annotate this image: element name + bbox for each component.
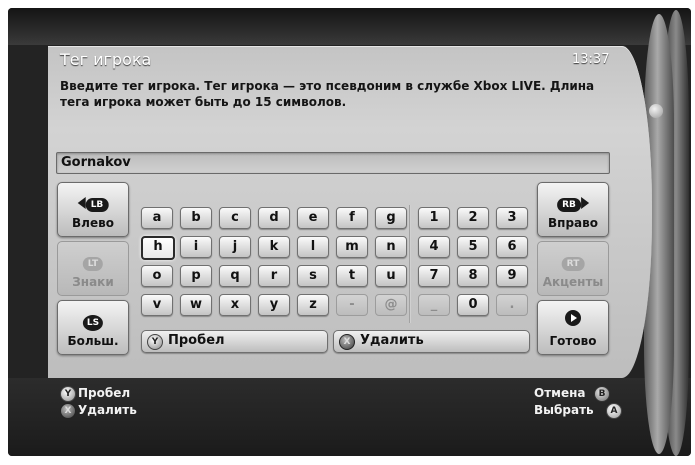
move-right-button[interactable]: RB Вправо [537, 182, 609, 237]
delete-label: Удалить [360, 333, 424, 348]
key-digit[interactable]: 4 [418, 236, 450, 258]
gamertag-input[interactable]: Gornakov [56, 152, 610, 174]
key-digit[interactable]: 1 [418, 207, 450, 229]
key-letter[interactable]: @ [375, 294, 407, 316]
page-title: Тег игрока [60, 50, 152, 69]
footer-y-icon: Y [60, 386, 76, 402]
lt-badge: LT [82, 257, 104, 271]
top-band [8, 8, 691, 45]
key-letter[interactable]: z [297, 294, 329, 316]
key-digit[interactable]: 2 [457, 207, 489, 229]
key-letter[interactable]: v [141, 294, 173, 316]
key-letter[interactable]: o [141, 265, 173, 287]
key-letter[interactable]: g [375, 207, 407, 229]
key-letter[interactable]: h [141, 236, 175, 260]
move-left-label: Влево [72, 216, 114, 230]
footer-b-icon: B [594, 386, 610, 402]
key-letter[interactable]: c [219, 207, 251, 229]
key-letter[interactable]: w [180, 294, 212, 316]
instructions-text: Введите тег игрока. Тег игрока — это псе… [60, 79, 595, 109]
key-digit[interactable]: 7 [418, 265, 450, 287]
arrow-right-icon: RB [557, 192, 589, 212]
clock: 13:37 [572, 52, 610, 67]
footer-delete-label: Удалить [78, 403, 137, 417]
key-digit[interactable]: 5 [457, 236, 489, 258]
symbols-button[interactable]: LT Знаки [57, 241, 129, 296]
key-digit[interactable]: 6 [496, 236, 528, 258]
key-letter[interactable]: r [258, 265, 290, 287]
key-letter[interactable]: l [297, 236, 329, 258]
gamertag-value: Gornakov [61, 155, 131, 170]
key-letter[interactable]: y [258, 294, 290, 316]
symbols-label: Знаки [72, 275, 114, 289]
accents-button[interactable]: RT Акценты [537, 241, 609, 296]
play-icon [565, 310, 581, 326]
footer-a-icon: A [606, 403, 622, 419]
x-button-icon: X [339, 334, 355, 350]
key-letter[interactable]: t [336, 265, 368, 287]
caps-button[interactable]: LS Больш. [57, 300, 129, 355]
blade-indicator-icon [649, 104, 663, 118]
key-letter[interactable]: s [297, 265, 329, 287]
key-digit[interactable]: 0 [457, 294, 489, 316]
rb-badge: RB [557, 198, 581, 212]
key-digit[interactable]: 8 [457, 265, 489, 287]
accents-label: Акценты [542, 275, 604, 289]
key-letter[interactable]: k [258, 236, 290, 258]
key-letter[interactable]: f [336, 207, 368, 229]
move-left-button[interactable]: LB Влево [57, 182, 129, 237]
key-digit[interactable]: 3 [496, 207, 528, 229]
rt-badge: RT [561, 257, 585, 271]
key-letter[interactable]: b [180, 207, 212, 229]
keypad-divider [409, 205, 411, 323]
key-letter[interactable]: p [180, 265, 212, 287]
key-digit[interactable]: 9 [496, 265, 528, 287]
space-button[interactable]: Y Пробел [141, 330, 328, 353]
key-letter[interactable]: j [219, 236, 251, 258]
key-letter[interactable]: i [180, 236, 212, 258]
space-label: Пробел [168, 333, 225, 348]
footer-x-icon: X [60, 403, 76, 419]
key-digit[interactable]: _ [418, 294, 450, 316]
key-letter[interactable]: q [219, 265, 251, 287]
lt-trigger-icon: LT [82, 251, 104, 271]
caps-label: Больш. [67, 334, 119, 348]
key-letter[interactable]: x [219, 294, 251, 316]
done-button[interactable]: Готово [537, 300, 609, 355]
footer-select-label: Выбрать [534, 403, 594, 417]
lb-badge: LB [85, 198, 109, 212]
key-digit[interactable]: . [496, 294, 528, 316]
arrow-left-icon: LB [77, 192, 109, 212]
footer-cancel-label: Отмена [534, 386, 586, 400]
move-right-label: Вправо [548, 216, 598, 230]
delete-button[interactable]: X Удалить [333, 330, 530, 353]
left-stick-icon: LS [82, 310, 104, 331]
rt-trigger-icon: RT [561, 251, 585, 271]
key-letter[interactable]: a [141, 207, 173, 229]
key-letter[interactable]: u [375, 265, 407, 287]
key-letter[interactable]: e [297, 207, 329, 229]
ls-badge: LS [82, 315, 104, 331]
done-label: Готово [549, 334, 597, 348]
key-letter[interactable]: - [336, 294, 368, 316]
footer-space-label: Пробел [78, 386, 131, 400]
key-letter[interactable]: d [258, 207, 290, 229]
key-letter[interactable]: n [375, 236, 407, 258]
y-button-icon: Y [147, 334, 163, 350]
key-letter[interactable]: m [336, 236, 368, 258]
